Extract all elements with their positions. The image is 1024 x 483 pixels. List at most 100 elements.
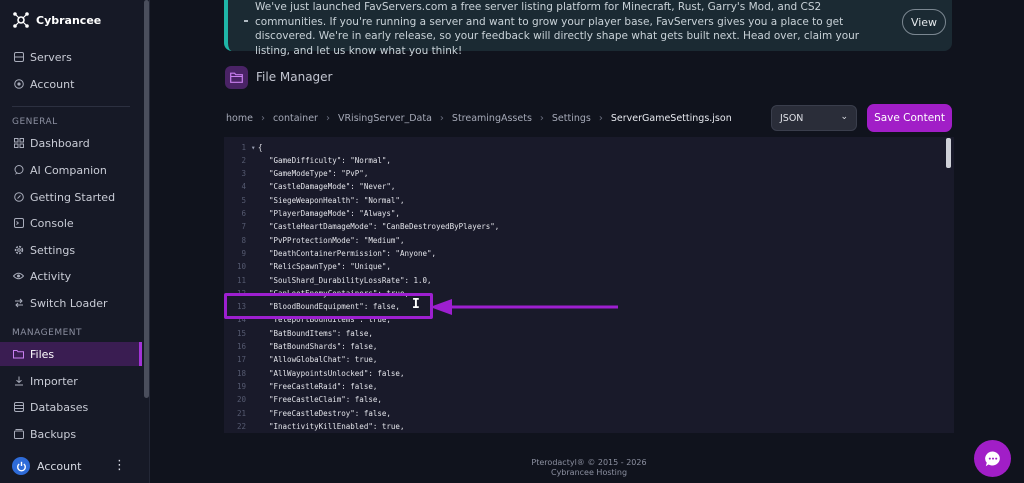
sidebar-item-label: Console <box>30 216 74 230</box>
code-line[interactable]: 4 "CastleDamageMode": "Never", <box>224 180 924 193</box>
announcement-banner: We've just launched FavServers.com a fre… <box>224 0 952 57</box>
code-text: "RelicSpawnType": "Unique", <box>269 262 391 272</box>
sidebar-item-console[interactable]: Console <box>0 211 142 235</box>
eye-icon <box>13 271 24 282</box>
sidebar-item-label: Account <box>30 77 75 91</box>
sidebar-item-settings[interactable]: Settings <box>0 238 142 262</box>
line-number: 4 <box>241 182 246 192</box>
chevron-right-icon: › <box>598 112 603 124</box>
bullet-icon <box>244 20 248 22</box>
code-text: "AllWaypointsUnlocked": false, <box>269 368 405 378</box>
file-format-select[interactable]: JSON ⌄ <box>771 105 857 131</box>
code-line[interactable]: 1 ▾{ <box>224 141 924 154</box>
code-text: "GameDifficulty": "Normal", <box>269 155 391 165</box>
code-line[interactable]: 2 "GameDifficulty": "Normal", <box>224 154 924 167</box>
page-title: File Manager <box>256 70 333 84</box>
line-number: 18 <box>236 368 246 378</box>
code-line[interactable]: 22 "InactivityKillEnabled": true, <box>224 420 924 433</box>
sidebar-item-switch-loader[interactable]: Switch Loader <box>0 291 142 315</box>
chevron-right-icon: › <box>325 112 330 124</box>
breadcrumb-item[interactable]: StreamingAssets <box>452 113 532 124</box>
announcement-text: We've just launched FavServers.com a fre… <box>255 1 860 57</box>
sidebar-item-backups[interactable]: Backups <box>0 422 142 446</box>
code-line[interactable]: 18 "AllWaypointsUnlocked": false, <box>224 367 924 380</box>
line-number: 9 <box>241 248 246 258</box>
breadcrumb-item[interactable]: container <box>273 113 318 124</box>
code-text: "SoulShard_DurabilityLossRate": 1.0, <box>269 275 432 285</box>
code-text: "BatBoundItems": false, <box>269 328 373 338</box>
sidebar-item-importer[interactable]: Importer <box>0 369 142 393</box>
sidebar-item-label: Importer <box>30 374 78 388</box>
sidebar-item-account[interactable]: Account <box>0 72 142 96</box>
code-line[interactable]: 6 "PlayerDamageMode": "Always", <box>224 207 924 220</box>
chat-support-button[interactable] <box>974 440 1011 477</box>
power-icon <box>12 457 30 475</box>
code-line[interactable]: 7 "CastleHeartDamageMode": "CanBeDestroye… <box>224 220 924 233</box>
line-number: 17 <box>236 355 246 365</box>
code-line[interactable]: 15 "BatBoundItems": false, <box>224 327 924 340</box>
fold-toggle-icon[interactable]: ▾ <box>251 141 256 154</box>
code-line[interactable]: 16 "BatBoundShards": false, <box>224 340 924 353</box>
code-text: { <box>258 142 263 152</box>
more-options-icon[interactable]: ⋮ <box>113 458 126 473</box>
code-line[interactable]: 8 "PvPProtectionMode": "Medium", <box>224 234 924 247</box>
code-text: "FreeCastleDestroy": false, <box>269 408 391 418</box>
save-content-button[interactable]: Save Content <box>867 104 952 132</box>
chevron-right-icon: › <box>260 112 265 124</box>
code-text: "AllowGlobalChat": true, <box>269 355 378 365</box>
footer-host: Cybrancee Hosting <box>550 468 628 477</box>
code-line[interactable]: 5 "SiegeWeaponHealth": "Normal", <box>224 194 924 207</box>
sidebar-item-activity[interactable]: Activity <box>0 264 142 288</box>
grid-icon <box>13 138 24 149</box>
code-line[interactable]: 17 "AllowGlobalChat": true, <box>224 353 924 366</box>
code-text: "FreeCastleClaim": false, <box>269 395 382 405</box>
sidebar-item-label: Switch Loader <box>30 296 108 310</box>
code-line[interactable]: 11 "SoulShard_DurabilityLossRate": 1.0, <box>224 274 924 287</box>
code-text: "CastleHeartDamageMode": "CanBeDestroyed… <box>269 222 500 232</box>
code-editor[interactable]: 1 ▾{2 "GameDifficulty": "Normal", 3 "GameMod… <box>224 137 954 433</box>
line-number: 8 <box>241 235 246 245</box>
code-text: "PvPProtectionMode": "Medium", <box>269 235 405 245</box>
page-footer: Pterodactyl® © 2015 - 2026 Cybrancee Hos… <box>224 458 954 478</box>
code-text: "PlayerDamageMode": "Always", <box>269 209 400 218</box>
breadcrumb-item[interactable]: home <box>226 113 253 124</box>
sidebar-item-label: Backups <box>30 427 77 441</box>
breadcrumb: home › container › VRisingServer_Data › … <box>226 110 732 126</box>
editor-scrollbar[interactable] <box>946 138 951 168</box>
sidebar-item-dashboard[interactable]: Dashboard <box>0 131 142 155</box>
code-text: "GameModeType": "PvP", <box>269 169 369 179</box>
line-number: 2 <box>241 155 246 165</box>
code-text: "FreeCastleRaid": false, <box>269 381 378 391</box>
breadcrumb-item[interactable]: VRisingServer_Data <box>338 113 432 124</box>
code-line[interactable]: 9 "DeathContainerPermission": "Anyone", <box>224 247 924 260</box>
download-icon <box>13 376 24 387</box>
sidebar-item-files[interactable]: Files <box>0 342 142 366</box>
sidebar-item-getting-started[interactable]: Getting Started <box>0 185 142 209</box>
chevron-right-icon: › <box>539 112 544 124</box>
sidebar-scrollbar[interactable] <box>144 0 149 398</box>
sidebar-item-servers[interactable]: Servers <box>0 45 142 69</box>
code-line[interactable]: 21 "FreeCastleDestroy": false, <box>224 407 924 420</box>
code-line[interactable]: 3 "GameModeType": "PvP", <box>224 167 924 180</box>
sidebar-item-databases[interactable]: Databases <box>0 395 142 419</box>
sidebar-item-ai-companion[interactable]: AI Companion <box>0 158 142 182</box>
switch-icon <box>13 298 24 309</box>
code-line[interactable]: 19 "FreeCastleRaid": false, <box>224 380 924 393</box>
sidebar-account-footer[interactable]: Account ⋮ <box>0 454 142 478</box>
folder-icon <box>225 66 248 89</box>
code-text: "DeathContainerPermission": "Anyone", <box>269 248 437 258</box>
code-line[interactable]: 20 "FreeCastleClaim": false, <box>224 393 924 406</box>
code-line[interactable]: 10 "RelicSpawnType": "Unique", <box>224 260 924 273</box>
line-number: 21 <box>236 408 246 418</box>
brand[interactable]: Cybrancee <box>12 9 101 31</box>
breadcrumb-item[interactable]: Settings <box>552 113 591 124</box>
sidebar-heading-general: GENERAL <box>12 117 58 127</box>
sidebar-item-label: Settings <box>30 243 76 257</box>
view-button[interactable]: View <box>902 9 946 35</box>
sidebar-item-label: Getting Started <box>30 190 116 204</box>
text-cursor-icon: I <box>412 297 420 312</box>
sidebar-item-label: Dashboard <box>30 136 90 150</box>
arrow-annotation-icon <box>430 299 618 315</box>
chevron-right-icon: › <box>439 112 444 124</box>
line-number: 22 <box>236 421 246 431</box>
